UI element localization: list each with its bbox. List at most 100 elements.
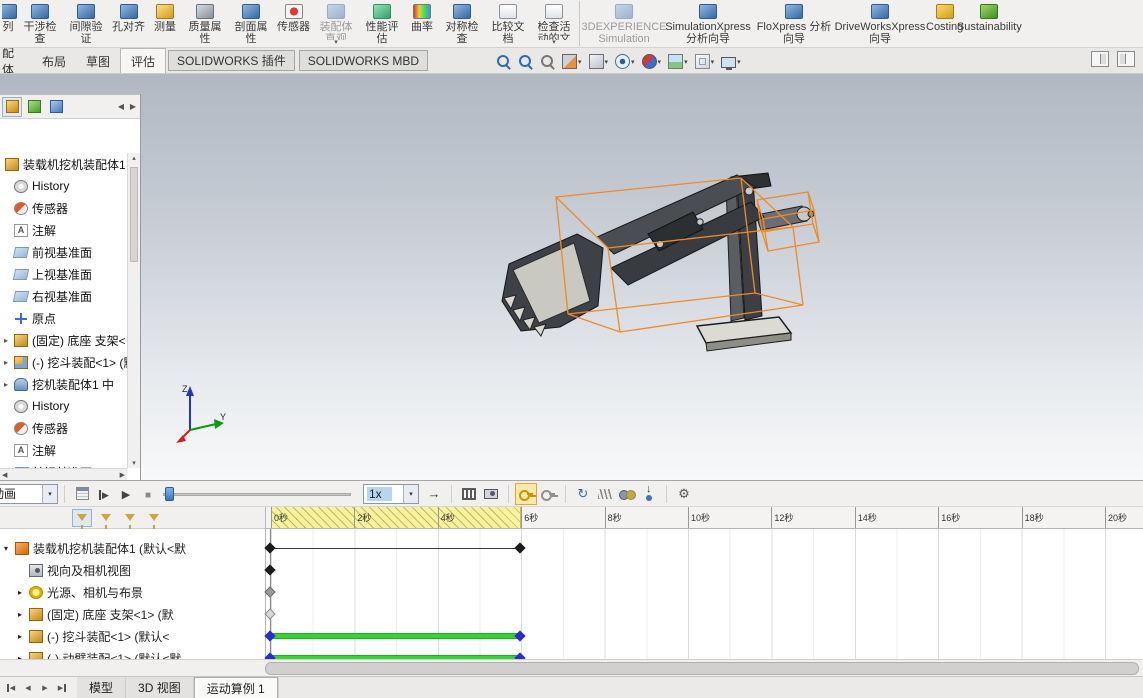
toolbar-button[interactable]: 剖面属性 <box>228 1 274 46</box>
document-tab[interactable]: 模型 <box>77 677 126 698</box>
headsup-button[interactable] <box>587 51 611 73</box>
panel-scroll-left-icon[interactable] <box>116 102 126 111</box>
feature-tree-item[interactable]: 装载机挖机装配体1 (默 <box>0 153 127 175</box>
filter-animated-button[interactable] <box>96 509 116 527</box>
feature-tree-item[interactable]: 注解 <box>0 439 127 461</box>
motion-track[interactable] <box>265 581 1143 603</box>
motion-study-properties-button[interactable] <box>673 483 695 505</box>
toolbar-button[interactable]: 干涉检查 <box>17 1 63 46</box>
feature-tree-item[interactable]: History <box>0 395 127 417</box>
tab-propertymanager[interactable] <box>24 97 44 117</box>
motion-track[interactable] <box>265 537 1143 559</box>
animation-wizard-button[interactable] <box>480 483 502 505</box>
toolbar-button[interactable]: Sustainability <box>966 1 1012 46</box>
stop-button[interactable] <box>137 483 159 505</box>
motion-tree-cell[interactable]: (-) 动臂装配<1> (默认<默 <box>0 647 265 659</box>
toolbar-button[interactable]: 检查活动的文档 <box>531 1 577 46</box>
expand-arrow-icon[interactable] <box>18 588 29 597</box>
feature-tree-item[interactable]: 传感器 <box>0 417 127 439</box>
tab-configurationmanager[interactable] <box>46 97 66 117</box>
toolbar-button[interactable]: 比较文档 <box>485 1 531 46</box>
feature-tree-scrollbar[interactable] <box>127 153 140 468</box>
feature-tree-item[interactable]: History <box>0 175 127 197</box>
expand-arrow-icon[interactable] <box>4 544 15 553</box>
expand-arrow-icon[interactable] <box>18 632 29 641</box>
commandmanager-tab[interactable]: 草图 <box>76 48 120 73</box>
feature-tree-item[interactable]: 挖机装配体1 中 <box>0 373 127 395</box>
play-button[interactable] <box>115 483 137 505</box>
motion-tree-cell[interactable]: (-) 挖斗装配<1> (默认< <box>0 625 265 647</box>
expand-arrow-icon[interactable] <box>4 380 14 389</box>
toolbar-button[interactable]: 间隙验证 <box>63 1 109 46</box>
keyframe-diamond[interactable] <box>515 542 526 553</box>
scroll-down-icon[interactable] <box>128 459 140 467</box>
keyframe-diamond[interactable] <box>264 652 275 659</box>
filter-driving-button[interactable] <box>120 509 140 527</box>
feature-tree-item[interactable]: 右视基准面 <box>0 285 127 307</box>
toolbar-button[interactable]: 装配体直观 <box>313 1 359 46</box>
feature-tree-item[interactable]: 上视基准面 <box>0 263 127 285</box>
graphics-area[interactable]: Z Y <box>0 74 1143 480</box>
scroll-left-icon[interactable] <box>2 471 7 479</box>
timeline-ruler[interactable]: 0秒2秒4秒6秒8秒10秒12秒14秒16秒18秒20秒 <box>265 507 1143 529</box>
toolbar-button[interactable]: DriveWorksXpress 向导 <box>837 1 923 46</box>
study-type-select[interactable]: 动画 <box>0 484 58 504</box>
keyframe-diamond[interactable] <box>264 608 275 619</box>
document-tab[interactable]: 运动算例 1 <box>194 677 278 698</box>
toolbar-button[interactable]: 传感器 <box>274 1 313 46</box>
timeline-hscrollbar[interactable] <box>0 659 1143 677</box>
animation-duration-bar[interactable] <box>270 655 520 659</box>
save-animation-button[interactable] <box>458 483 480 505</box>
feature-tree-item[interactable]: 注解 <box>0 219 127 241</box>
play-from-start-button[interactable] <box>93 483 115 505</box>
commandmanager-tab[interactable]: 评估 <box>120 48 166 73</box>
headsup-button[interactable] <box>516 51 535 73</box>
base-plate[interactable] <box>697 317 791 351</box>
graphics-svg[interactable]: Z Y <box>0 74 1143 480</box>
panel-scroll-right-icon[interactable] <box>128 102 138 111</box>
feature-tree-hscrollbar[interactable] <box>0 468 127 480</box>
gravity-button[interactable] <box>638 483 660 505</box>
headsup-button[interactable] <box>693 51 717 73</box>
commandmanager-tab[interactable]: 配体 <box>0 48 32 73</box>
expand-arrow-icon[interactable] <box>4 336 14 345</box>
toolbar-button[interactable]: 性能评估 <box>359 1 405 46</box>
scrollbar-thumb[interactable] <box>130 167 138 262</box>
toolbar-button[interactable]: SimulationXpress 分析向导 <box>665 1 751 46</box>
tab-featuremanager[interactable] <box>2 97 22 117</box>
motion-tree-item[interactable]: (-) 动臂装配<1> (默认<默 <box>0 647 1143 659</box>
motion-tree-item[interactable]: (固定) 底座 支架<1> (默 <box>0 603 1143 625</box>
next-tab-icon[interactable] <box>37 680 53 696</box>
motion-tree-item[interactable]: 视向及相机视图 <box>0 559 1143 581</box>
motion-tree-item[interactable]: 装载机挖机装配体1 (默认<默 <box>0 537 1143 559</box>
toolbar-button[interactable]: 列 <box>2 1 17 46</box>
last-tab-icon[interactable] <box>54 680 70 696</box>
feature-tree-item[interactable]: 原点 <box>0 307 127 329</box>
keyframe-diamond[interactable] <box>264 542 275 553</box>
motion-tree-cell[interactable]: 装载机挖机装配体1 (默认<默 <box>0 537 265 559</box>
document-tab[interactable]: 3D 视图 <box>126 677 194 698</box>
motion-track[interactable] <box>265 559 1143 581</box>
expand-arrow-icon[interactable] <box>4 358 14 367</box>
pane-left-icon[interactable] <box>1091 51 1109 67</box>
add-key-button[interactable] <box>537 483 559 505</box>
motion-track[interactable] <box>265 647 1143 659</box>
filter-all-button[interactable] <box>72 509 92 527</box>
headsup-button[interactable] <box>494 51 513 73</box>
feature-tree-item[interactable]: (-) 挖斗装配<1> (默 <box>0 351 127 373</box>
feature-tree-item[interactable]: 前视基准面 <box>0 461 127 468</box>
headsup-button[interactable] <box>538 51 557 73</box>
feature-tree-item[interactable]: 前视基准面 <box>0 241 127 263</box>
feature-tree-item[interactable]: (固定) 底座 支架< <box>0 329 127 351</box>
motion-track[interactable] <box>265 625 1143 647</box>
motion-tree-cell[interactable]: 光源、相机与布景 <box>0 581 265 603</box>
timeline-slider[interactable] <box>163 485 351 503</box>
contact-button[interactable] <box>616 483 638 505</box>
commandmanager-tab[interactable]: SOLIDWORKS MBD <box>299 50 428 71</box>
headsup-button[interactable] <box>640 51 664 73</box>
scroll-right-icon[interactable] <box>120 471 125 479</box>
commandmanager-tab[interactable]: 布局 <box>32 48 76 73</box>
headsup-button[interactable] <box>560 51 584 73</box>
toolbar-button[interactable]: 质量属性 <box>182 1 228 46</box>
motion-tree-cell[interactable]: (固定) 底座 支架<1> (默 <box>0 603 265 625</box>
